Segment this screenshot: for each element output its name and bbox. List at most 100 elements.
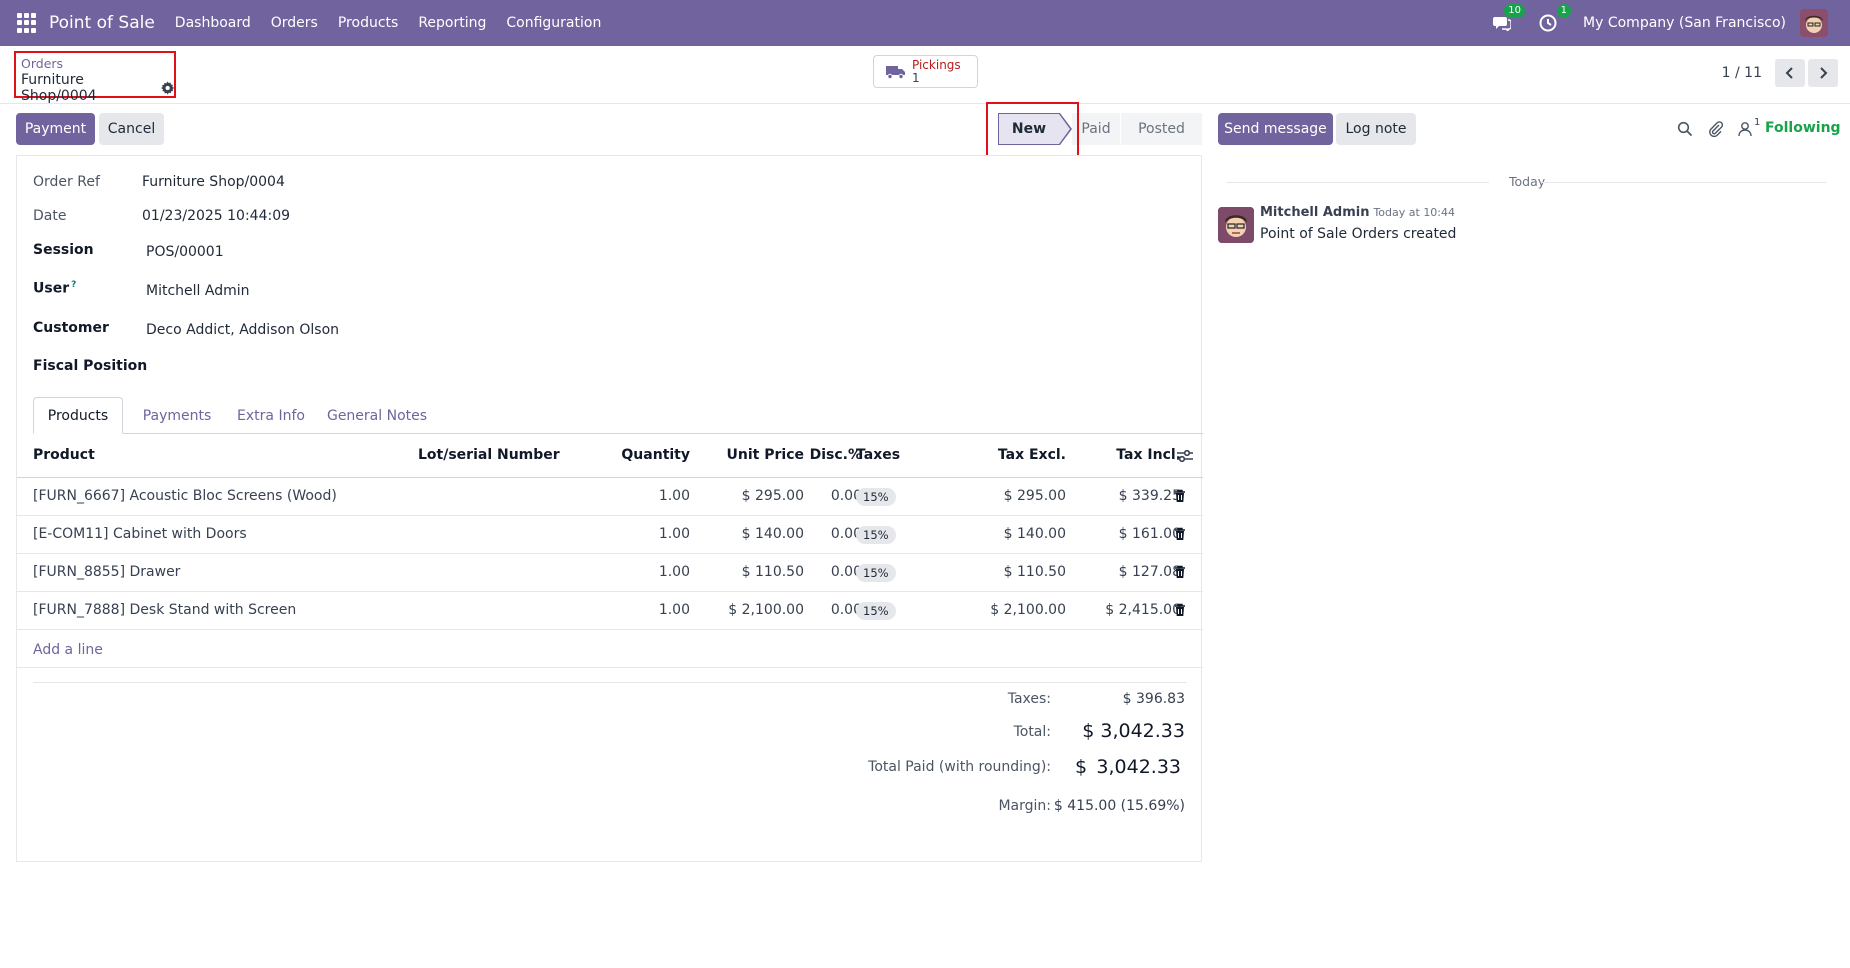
tax-badge[interactable]: 15%	[856, 526, 896, 544]
cell-product[interactable]: [FURN_6667] Acoustic Bloc Screens (Wood)	[33, 488, 337, 504]
stage-posted[interactable]: Posted	[1120, 113, 1202, 145]
cell-tax-incl[interactable]: $ 339.25	[1080, 488, 1181, 504]
send-message-button[interactable]: Send message	[1218, 113, 1333, 145]
menu-reporting[interactable]: Reporting	[418, 15, 486, 31]
table-row[interactable]: [E-COM11] Cabinet with Doors 1.00 $ 140.00…	[17, 516, 1203, 554]
messages-button[interactable]: 10	[1491, 4, 1526, 34]
menu-dashboard[interactable]: Dashboard	[175, 15, 251, 31]
chevron-right-icon	[1820, 67, 1828, 79]
clock-icon	[1539, 14, 1557, 32]
message-time: Today at 10:44	[1373, 206, 1456, 219]
trash-icon[interactable]	[1174, 603, 1186, 617]
trash-icon[interactable]	[1174, 489, 1186, 503]
cell-discount[interactable]: 0.00	[800, 488, 862, 504]
apps-menu-icon[interactable]	[17, 13, 37, 33]
cell-product[interactable]: [FURN_8855] Drawer	[33, 564, 180, 580]
total-label: Total:	[1013, 724, 1051, 740]
followers-icon[interactable]	[1737, 121, 1753, 137]
tab-general-notes[interactable]: General Notes	[323, 397, 431, 434]
notebook-tabs: Products Payments Extra Info General Not…	[33, 397, 1203, 434]
breadcrumb-orders-link[interactable]: Orders	[21, 56, 63, 71]
totals-divider	[33, 682, 1187, 683]
user-avatar[interactable]	[1800, 9, 1828, 37]
table-row[interactable]: [FURN_7888] Desk Stand with Screen 1.00 $ …	[17, 592, 1203, 630]
trash-icon[interactable]	[1174, 565, 1186, 579]
paperclip-icon[interactable]	[1708, 121, 1724, 137]
cell-tax-excl[interactable]: $ 2,100.00	[967, 602, 1066, 618]
session-field[interactable]: POS/00001	[146, 244, 224, 260]
pager-previous-button[interactable]	[1775, 59, 1805, 87]
tax-badge[interactable]: 15%	[856, 564, 896, 582]
tab-extra-info[interactable]: Extra Info	[230, 397, 312, 434]
cell-quantity[interactable]: 1.00	[615, 602, 690, 618]
cell-tax-incl[interactable]: $ 161.00	[1080, 526, 1181, 542]
menu-configuration[interactable]: Configuration	[506, 15, 601, 31]
menu-products[interactable]: Products	[338, 15, 398, 31]
cell-discount[interactable]: 0.00	[800, 526, 862, 542]
pager-value[interactable]: 1 / 11	[1722, 65, 1762, 81]
cell-tax-excl[interactable]: $ 295.00	[967, 488, 1066, 504]
gear-icon[interactable]	[160, 81, 174, 95]
cell-discount[interactable]: 0.00	[800, 564, 862, 580]
trash-icon[interactable]	[1174, 527, 1186, 541]
cell-quantity[interactable]: 1.00	[615, 564, 690, 580]
tax-badge[interactable]: 15%	[856, 602, 896, 620]
table-row[interactable]: [FURN_6667] Acoustic Bloc Screens (Wood)…	[17, 478, 1203, 516]
log-note-button[interactable]: Log note	[1336, 113, 1416, 145]
message-author-name[interactable]: Mitchell Admin	[1260, 205, 1369, 220]
payment-button[interactable]: Payment	[16, 113, 95, 145]
app-name[interactable]: Point of Sale	[49, 13, 155, 33]
tab-products[interactable]: Products	[33, 397, 123, 434]
cell-tax-excl[interactable]: $ 140.00	[967, 526, 1066, 542]
followers-count: 1	[1754, 117, 1761, 128]
add-line-link[interactable]: Add a line	[33, 642, 103, 658]
col-lot[interactable]: Lot/serial Number	[418, 447, 560, 463]
truck-icon	[886, 65, 905, 79]
user-field[interactable]: Mitchell Admin	[146, 283, 250, 299]
user-label: User?	[33, 280, 77, 297]
user-help-tooltip[interactable]: ?	[71, 280, 76, 290]
pickings-count: 1	[912, 70, 920, 85]
col-discount[interactable]: Disc.%	[800, 447, 862, 463]
company-switcher[interactable]: My Company (San Francisco)	[1583, 15, 1786, 31]
cell-product[interactable]: [E-COM11] Cabinet with Doors	[33, 526, 247, 542]
cell-tax-incl[interactable]: $ 2,415.00	[1080, 602, 1181, 618]
customer-field[interactable]: Deco Addict, Addison Olson	[146, 322, 339, 338]
breadcrumb-current: Furniture Shop/0004	[21, 72, 174, 104]
tax-badge[interactable]: 15%	[856, 488, 896, 506]
cell-product[interactable]: [FURN_7888] Desk Stand with Screen	[33, 602, 296, 618]
col-product[interactable]: Product	[33, 447, 95, 463]
search-icon[interactable]	[1677, 121, 1693, 137]
activities-button[interactable]: 1	[1537, 4, 1572, 34]
table-row[interactable]: [FURN_8855] Drawer 1.00 $ 110.50 0.00 $ 110.…	[17, 554, 1203, 592]
cancel-button[interactable]: Cancel	[99, 113, 164, 145]
pickings-label: Pickings	[912, 57, 961, 72]
cell-quantity[interactable]: 1.00	[615, 488, 690, 504]
cell-tax-excl[interactable]: $ 110.50	[967, 564, 1066, 580]
pickings-smart-button[interactable]: Pickings 1	[873, 55, 978, 88]
stage-paid[interactable]: Paid	[1072, 113, 1120, 145]
pager-next-button[interactable]	[1808, 59, 1838, 87]
col-tax-excl[interactable]: Tax Excl.	[967, 447, 1066, 463]
message-author-avatar[interactable]	[1218, 207, 1254, 243]
cell-unit-price[interactable]: $ 2,100.00	[717, 602, 804, 618]
col-quantity[interactable]: Quantity	[615, 447, 690, 463]
fiscal-position-field[interactable]	[146, 358, 446, 376]
fiscal-position-label: Fiscal Position	[33, 358, 148, 374]
cell-unit-price[interactable]: $ 110.50	[717, 564, 804, 580]
col-taxes[interactable]: Taxes	[856, 447, 900, 463]
cell-tax-incl[interactable]: $ 127.08	[1080, 564, 1181, 580]
cell-discount[interactable]: 0.00	[800, 602, 862, 618]
cell-quantity[interactable]: 1.00	[615, 526, 690, 542]
cell-unit-price[interactable]: $ 140.00	[717, 526, 804, 542]
following-button[interactable]: Following	[1765, 120, 1841, 136]
control-panel: Orders Furniture Shop/0004 Pickings 1 1 …	[0, 46, 1850, 104]
cell-unit-price[interactable]: $ 295.00	[717, 488, 804, 504]
status-highlight-box	[986, 102, 1079, 157]
tab-payments[interactable]: Payments	[132, 397, 222, 434]
optional-columns-icon[interactable]	[1177, 449, 1193, 463]
col-unit-price[interactable]: Unit Price	[717, 447, 804, 463]
col-tax-incl[interactable]: Tax Incl.	[1080, 447, 1181, 463]
menu-orders[interactable]: Orders	[271, 15, 318, 31]
chevron-left-icon	[1785, 67, 1793, 79]
